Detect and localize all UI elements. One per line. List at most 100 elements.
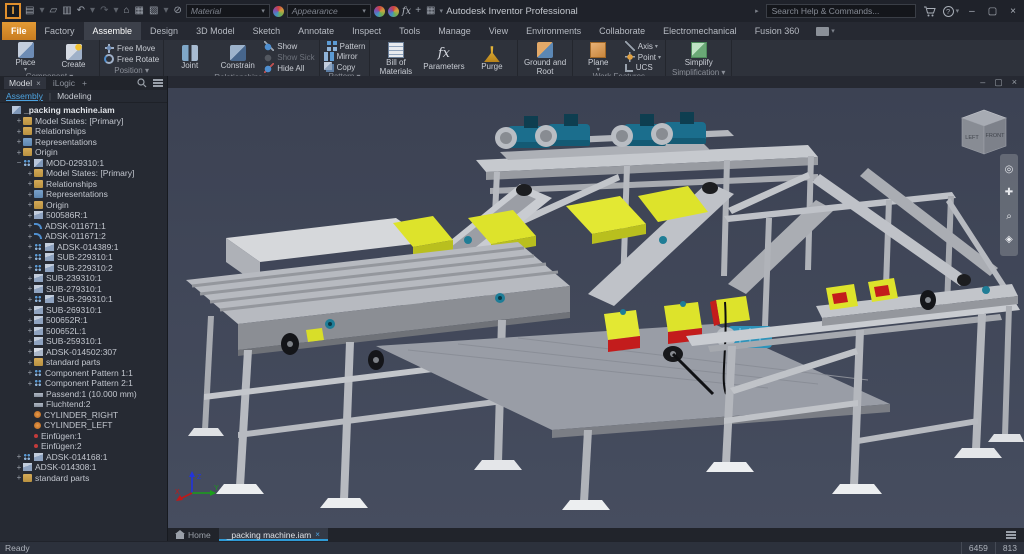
tree-item-500652l-1[interactable]: +500652L:1 <box>0 326 167 337</box>
expand-icon[interactable]: + <box>15 137 23 146</box>
tree-item-sub-229310-1[interactable]: +SUB-229310:1 <box>0 252 167 263</box>
tree-item-adsk-011671-1[interactable]: +ADSK-011671:1 <box>0 221 167 232</box>
menu-icon[interactable] <box>153 79 163 87</box>
caret-icon[interactable]: ▾ <box>89 3 96 19</box>
ribbon-button-axis[interactable]: Axis▾ <box>623 41 663 51</box>
tree-item-mod-029310-1[interactable]: −MOD-029310:1 <box>0 158 167 169</box>
ribbon-button-pattern[interactable]: Pattern <box>322 41 368 51</box>
expand-icon[interactable]: + <box>26 274 34 283</box>
tree-item-sub-239310-1[interactable]: +SUB-239310:1 <box>0 273 167 284</box>
tree-item-model-states-primary[interactable]: +Model States: [Primary] <box>0 116 167 127</box>
expand-icon[interactable]: + <box>15 463 23 472</box>
expand-icon[interactable]: + <box>15 452 23 461</box>
expand-icon[interactable]: + <box>26 337 34 346</box>
no-render-icon[interactable]: ⊘ <box>172 3 182 19</box>
tree-item-origin[interactable]: +Origin <box>0 147 167 158</box>
expand-icon[interactable]: + <box>26 211 34 220</box>
ribbon-tab-file[interactable]: File <box>2 22 36 40</box>
expand-icon[interactable]: + <box>15 116 23 125</box>
ribbon-button-plane[interactable]: Plane▾ <box>575 41 622 72</box>
new-file-icon[interactable]: ▤ <box>24 3 35 19</box>
ribbon-tab-fusion-360[interactable]: Fusion 360 <box>746 22 809 40</box>
tree-item-500652r-1[interactable]: +500652R:1 <box>0 315 167 326</box>
expand-icon[interactable]: + <box>26 326 34 335</box>
ribbon-button-bill-of-materials[interactable]: Bill of Materials <box>372 41 419 76</box>
3d-viewport[interactable]: LEFT FRONT ◎ ✚ ⌕ ◈ <box>168 88 1024 528</box>
tree-item-relationships[interactable]: +Relationships <box>0 179 167 190</box>
open-folder-icon[interactable]: ▱ <box>48 3 58 19</box>
tree-item-model-states-primary[interactable]: +Model States: [Primary] <box>0 168 167 179</box>
imate-icon[interactable]: ▧ <box>148 3 159 19</box>
expand-icon[interactable]: + <box>26 295 34 304</box>
ribbon-tab-inspect[interactable]: Inspect <box>343 22 390 40</box>
chevron-down-icon[interactable]: ▾ <box>956 7 960 15</box>
expand-icon[interactable]: + <box>15 473 23 482</box>
ribbon-tab-tools[interactable]: Tools <box>390 22 429 40</box>
tree-item-einf-gen-1[interactable]: Einfügen:1 <box>0 431 167 442</box>
fx-icon[interactable]: fx <box>402 6 411 17</box>
tree-item-adsk-014502-307[interactable]: +ADSK-014502:307 <box>0 347 167 358</box>
subtab-modeling[interactable]: Modeling <box>57 91 92 101</box>
ribbon-tab-assemble[interactable]: Assemble <box>84 22 142 40</box>
color-wheel-icon[interactable] <box>273 6 284 17</box>
expand-icon[interactable]: + <box>26 179 34 188</box>
add-tab-button[interactable]: + <box>82 78 87 88</box>
material-dropdown[interactable]: Material▾ <box>186 4 270 18</box>
caret-icon[interactable]: ▾ <box>162 3 169 19</box>
expand-icon[interactable]: + <box>26 200 34 209</box>
tree-item-adsk-011671-2[interactable]: +ADSK-011671:2 <box>0 231 167 242</box>
tree-item-relationships[interactable]: +Relationships <box>0 126 167 137</box>
ribbon-button-show-sick[interactable]: Show Sick <box>262 52 316 62</box>
ribbon-button-parameters[interactable]: fxParameters <box>420 45 467 72</box>
ribbon-button-show[interactable]: Show <box>262 41 316 51</box>
close-icon[interactable]: × <box>36 79 41 88</box>
tree-item-origin[interactable]: +Origin <box>0 200 167 211</box>
appearance-dropdown[interactable]: Appearance▾ <box>287 4 371 18</box>
home-icon[interactable]: ⌂ <box>122 3 130 19</box>
cart-icon[interactable] <box>923 6 936 17</box>
ribbon-tab-environments[interactable]: Environments <box>517 22 590 40</box>
tree-item-representations[interactable]: +Representations <box>0 137 167 148</box>
orbit-icon[interactable]: ◎ <box>1005 165 1014 175</box>
tree-item-adsk-014389-1[interactable]: +ADSK-014389:1 <box>0 242 167 253</box>
ribbon-button-point[interactable]: Point▾ <box>623 52 663 62</box>
search-input[interactable]: Search Help & Commands... <box>766 4 916 18</box>
tree-item-fluchtend-2[interactable]: Fluchtend:2 <box>0 399 167 410</box>
tab-list-icon[interactable] <box>1006 531 1016 539</box>
viewcube-front-face[interactable]: FRONT <box>986 133 1006 139</box>
expand-icon[interactable]: + <box>15 148 23 157</box>
ribbon-tab-3d-model[interactable]: 3D Model <box>187 22 244 40</box>
tree-item-sub-229310-2[interactable]: +SUB-229310:2 <box>0 263 167 274</box>
ribbon-button-free-move[interactable]: Free Move <box>102 43 161 53</box>
search-icon[interactable] <box>137 78 147 88</box>
tree-item-packing-machine-iam[interactable]: _packing machine.iam <box>0 105 167 116</box>
expand-icon[interactable]: + <box>26 169 34 178</box>
tree-item-standard-parts[interactable]: +standard parts <box>0 357 167 368</box>
tree-item-cylinder-left[interactable]: CYLINDER_LEFT <box>0 420 167 431</box>
appearance-wheel-icon[interactable] <box>388 6 399 17</box>
doc-minimize-button[interactable]: – <box>980 77 985 87</box>
ribbon-tab-collaborate[interactable]: Collaborate <box>590 22 654 40</box>
doc-close-button[interactable]: × <box>1012 77 1017 87</box>
ribbon-button-place[interactable]: Place▾ <box>2 41 49 72</box>
close-icon[interactable]: × <box>315 530 320 539</box>
subtab-assembly[interactable]: Assembly <box>6 91 43 101</box>
ribbon-button-ground-and-root[interactable]: Ground and Root▾ <box>522 41 569 76</box>
ribbon-button-create[interactable]: Create <box>50 43 97 70</box>
ribbon-button-mirror[interactable]: Mirror <box>322 52 368 61</box>
tree-item-representations[interactable]: +Representations <box>0 189 167 200</box>
expand-icon[interactable]: + <box>15 127 23 136</box>
tree-item-component-pattern-2-1[interactable]: +Component Pattern 2:1 <box>0 378 167 389</box>
tree-item-adsk-014168-1[interactable]: +ADSK-014168:1 <box>0 452 167 463</box>
expand-icon[interactable]: + <box>26 263 34 272</box>
tree-item-cylinder-right[interactable]: CYLINDER_RIGHT <box>0 410 167 421</box>
fusion-extra-icon[interactable]: ▾ <box>808 22 843 40</box>
tree-item-einf-gen-2[interactable]: Einfügen:2 <box>0 441 167 452</box>
expand-icon[interactable]: + <box>26 232 34 241</box>
doc-restore-button[interactable]: ▢ <box>994 77 1003 88</box>
ribbon-button-joint[interactable]: Joint <box>166 44 213 71</box>
expand-icon[interactable]: + <box>26 316 34 325</box>
tree-item-standard-parts[interactable]: +standard parts <box>0 473 167 484</box>
expand-icon[interactable]: + <box>26 242 34 251</box>
expand-icon[interactable]: + <box>26 347 34 356</box>
